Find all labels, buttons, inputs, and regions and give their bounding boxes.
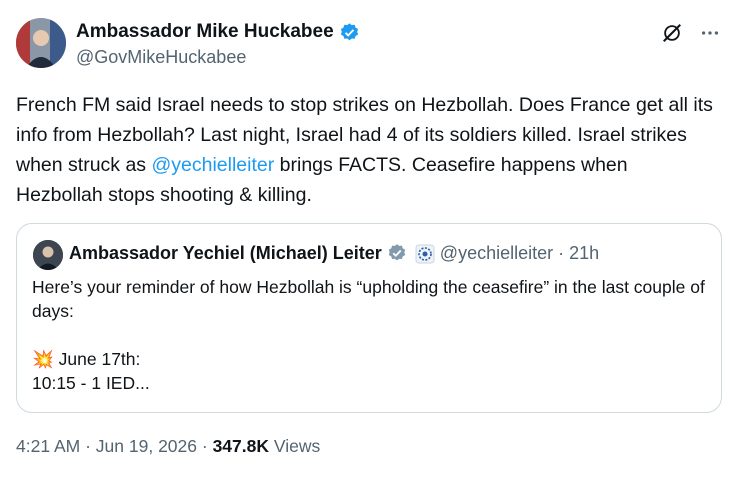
grok-icon[interactable] <box>661 22 683 44</box>
quoted-text-line: 10:15 - 1 IED... <box>32 373 150 393</box>
quoted-tweet-text: Here’s your reminder of how Hezbollah is… <box>32 275 712 395</box>
quoted-separator: · <box>558 243 565 263</box>
author-avatar[interactable] <box>16 18 66 68</box>
quoted-tweet-card[interactable]: Ambassador Yechiel (Michael) Leiter @yec… <box>16 223 722 413</box>
emblem-icon <box>415 244 435 264</box>
verified-badge-icon <box>387 243 408 264</box>
quoted-text-line <box>32 323 712 347</box>
author-display-name[interactable]: Ambassador Mike Huckabee <box>76 21 360 43</box>
more-icon[interactable] <box>699 22 721 44</box>
tweet-top-actions <box>661 22 721 44</box>
author-handle[interactable]: @GovMikeHuckabee <box>76 47 246 68</box>
meta-separator: · <box>201 436 208 456</box>
tweet-time[interactable]: 4:21 AM <box>16 436 80 456</box>
author-name-text: Ambassador Mike Huckabee <box>76 21 334 42</box>
tweet-meta: 4:21 AM · Jun 19, 2026 · 347.8K Views <box>16 436 320 457</box>
tweet-date[interactable]: Jun 19, 2026 <box>96 436 197 456</box>
views-label: Views <box>273 436 321 456</box>
meta-separator: · <box>85 436 91 456</box>
verified-badge-icon <box>339 22 360 43</box>
quoted-handle[interactable]: @yechielleiter <box>440 243 553 264</box>
quoted-text-line: 💥 June 17th: <box>32 349 141 369</box>
quoted-author-avatar[interactable] <box>33 240 63 270</box>
quoted-text-line: Here’s your reminder of how Hezbollah is… <box>32 277 705 321</box>
mention-link[interactable]: @yechielleiter <box>151 154 274 176</box>
views-count[interactable]: 347.8K <box>213 436 269 456</box>
quoted-tweet-header: Ambassador Yechiel (Michael) Leiter @yec… <box>69 243 599 264</box>
tweet-text: French FM said Israel needs to stop stri… <box>16 90 716 210</box>
quoted-display-name[interactable]: Ambassador Yechiel (Michael) Leiter <box>69 243 382 264</box>
quoted-timestamp[interactable]: 21h <box>569 243 599 264</box>
